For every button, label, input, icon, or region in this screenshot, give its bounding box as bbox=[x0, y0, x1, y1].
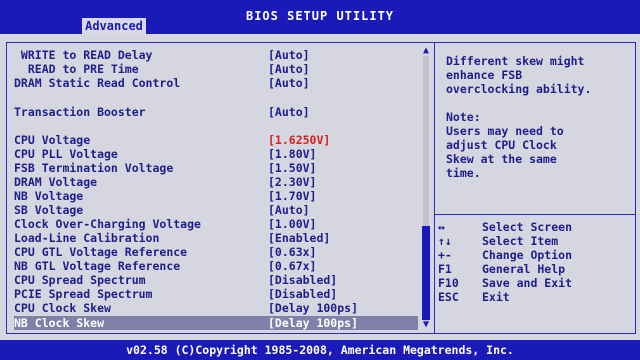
setting-value[interactable]: [Delay 100ps] bbox=[268, 301, 358, 315]
setting-label: SB Voltage bbox=[14, 203, 84, 217]
help-line: overclocking ability. bbox=[446, 82, 592, 96]
setting-value[interactable]: [2.30V] bbox=[268, 175, 316, 189]
setting-row-cpu-voltage[interactable]: CPU Voltage [1.6250V] bbox=[14, 133, 418, 147]
setting-row-cpu-spread-spectrum[interactable]: CPU Spread Spectrum [Disabled] bbox=[14, 273, 418, 287]
key-label: F10 bbox=[438, 276, 459, 290]
setting-value[interactable]: [Enabled] bbox=[268, 231, 330, 245]
setting-value[interactable]: [Disabled] bbox=[268, 287, 337, 301]
setting-row-nb-voltage[interactable]: NB Voltage [1.70V] bbox=[14, 189, 418, 203]
key-label: ESC bbox=[438, 290, 459, 304]
key-desc: Save and Exit bbox=[482, 276, 573, 290]
setting-row-load-line-calibration[interactable]: Load-Line Calibration [Enabled] bbox=[14, 231, 418, 245]
setting-row-nb-gtl-voltage-reference[interactable]: NB GTL Voltage Reference [0.67x] bbox=[14, 259, 418, 273]
setting-label: PCIE Spread Spectrum bbox=[14, 287, 153, 301]
title-bar: BIOS SETUP UTILITY Advanced bbox=[0, 0, 640, 34]
setting-value[interactable]: [Auto] bbox=[268, 76, 310, 90]
setting-label: Load-Line Calibration bbox=[14, 231, 160, 245]
setting-label: CPU Spread Spectrum bbox=[14, 273, 146, 287]
setting-row-read-to-pre-time[interactable]: READ to PRE Time [Auto] bbox=[14, 62, 418, 76]
key-desc: General Help bbox=[482, 262, 566, 276]
key-desc: Change Option bbox=[482, 248, 573, 262]
setting-value[interactable]: [0.67x] bbox=[268, 259, 316, 273]
setting-row-transaction-booster[interactable]: Transaction Booster [Auto] bbox=[14, 105, 418, 119]
key-desc: Select Item bbox=[482, 234, 559, 248]
key-label: ↔ bbox=[438, 220, 445, 234]
setting-row-write-to-read-delay[interactable]: WRITE to READ Delay [Auto] bbox=[14, 48, 418, 62]
scroll-down-arrow-icon[interactable]: ▼ bbox=[420, 320, 432, 330]
setting-row-cpu-pll-voltage[interactable]: CPU PLL Voltage [1.80V] bbox=[14, 147, 418, 161]
setting-row-dram-voltage[interactable]: DRAM Voltage [2.30V] bbox=[14, 175, 418, 189]
scrollbar[interactable]: ▲ ▼ bbox=[420, 46, 432, 330]
panel-divider bbox=[434, 42, 435, 334]
setting-label: NB Voltage bbox=[14, 189, 84, 203]
footer-bar: v02.58 (C)Copyright 1985-2008, American … bbox=[0, 340, 640, 360]
help-line: Users may need to bbox=[446, 124, 564, 138]
setting-label: FSB Termination Voltage bbox=[14, 161, 174, 175]
setting-row-cpu-gtl-voltage-reference[interactable]: CPU GTL Voltage Reference [0.63x] bbox=[14, 245, 418, 259]
setting-row-sb-voltage[interactable]: SB Voltage [Auto] bbox=[14, 203, 418, 217]
key-label: ↑↓ bbox=[438, 234, 452, 248]
help-line: adjust CPU Clock bbox=[446, 138, 557, 152]
setting-row-cpu-clock-skew[interactable]: CPU Clock Skew [Delay 100ps] bbox=[14, 301, 418, 315]
setting-row-nb-clock-skew[interactable]: NB Clock Skew [Delay 100ps] bbox=[14, 316, 418, 330]
scroll-up-arrow-icon[interactable]: ▲ bbox=[420, 46, 432, 56]
scroll-thumb[interactable] bbox=[422, 226, 430, 320]
setting-value[interactable]: [Auto] bbox=[268, 203, 310, 217]
key-label: F1 bbox=[438, 262, 452, 276]
setting-row-clock-over-charging-voltage[interactable]: Clock Over-Charging Voltage [1.00V] bbox=[14, 217, 418, 231]
setting-label: DRAM Voltage bbox=[14, 175, 98, 189]
setting-value[interactable]: [1.6250V] bbox=[268, 133, 330, 147]
key-label: +- bbox=[438, 248, 452, 262]
setting-value[interactable]: [Delay 100ps] bbox=[268, 316, 358, 330]
setting-label: WRITE to READ Delay bbox=[14, 48, 153, 62]
setting-label: Transaction Booster bbox=[14, 105, 146, 119]
setting-value[interactable]: [1.50V] bbox=[268, 161, 316, 175]
setting-value[interactable]: [Auto] bbox=[268, 62, 310, 76]
setting-label: READ to PRE Time bbox=[14, 62, 139, 76]
setting-label: DRAM Static Read Control bbox=[14, 76, 181, 90]
setting-value[interactable]: [Auto] bbox=[268, 105, 310, 119]
key-desc: Exit bbox=[482, 290, 510, 304]
setting-label: Clock Over-Charging Voltage bbox=[14, 217, 201, 231]
setting-row-dram-static-read-control[interactable]: DRAM Static Read Control [Auto] bbox=[14, 76, 418, 90]
setting-label: CPU PLL Voltage bbox=[14, 147, 118, 161]
help-keys-divider bbox=[434, 214, 636, 215]
setting-row-fsb-termination-voltage[interactable]: FSB Termination Voltage [1.50V] bbox=[14, 161, 418, 175]
setting-value[interactable]: [1.70V] bbox=[268, 189, 316, 203]
help-line: Note: bbox=[446, 110, 481, 124]
copyright-text: v02.58 (C)Copyright 1985-2008, American … bbox=[126, 343, 514, 357]
setting-label: CPU GTL Voltage Reference bbox=[14, 245, 188, 259]
setting-value[interactable]: [Disabled] bbox=[268, 273, 337, 287]
key-desc: Select Screen bbox=[482, 220, 573, 234]
setting-row-pcie-spread-spectrum[interactable]: PCIE Spread Spectrum [Disabled] bbox=[14, 287, 418, 301]
help-line: time. bbox=[446, 166, 481, 180]
help-line: Different skew might bbox=[446, 54, 585, 68]
tab-advanced[interactable]: Advanced bbox=[82, 18, 146, 34]
setting-value[interactable]: [0.63x] bbox=[268, 245, 316, 259]
setting-value[interactable]: [1.80V] bbox=[268, 147, 316, 161]
help-line: enhance FSB bbox=[446, 68, 523, 82]
setting-value[interactable]: [Auto] bbox=[268, 48, 310, 62]
help-line: Skew at the same bbox=[446, 152, 557, 166]
setting-label: NB GTL Voltage Reference bbox=[14, 259, 181, 273]
setting-label: CPU Voltage bbox=[14, 133, 91, 147]
setting-label: NB Clock Skew bbox=[14, 316, 105, 330]
bios-screen: BIOS SETUP UTILITY Advanced WRITE to REA… bbox=[0, 0, 640, 360]
setting-label: CPU Clock Skew bbox=[14, 301, 111, 315]
setting-value[interactable]: [1.00V] bbox=[268, 217, 316, 231]
